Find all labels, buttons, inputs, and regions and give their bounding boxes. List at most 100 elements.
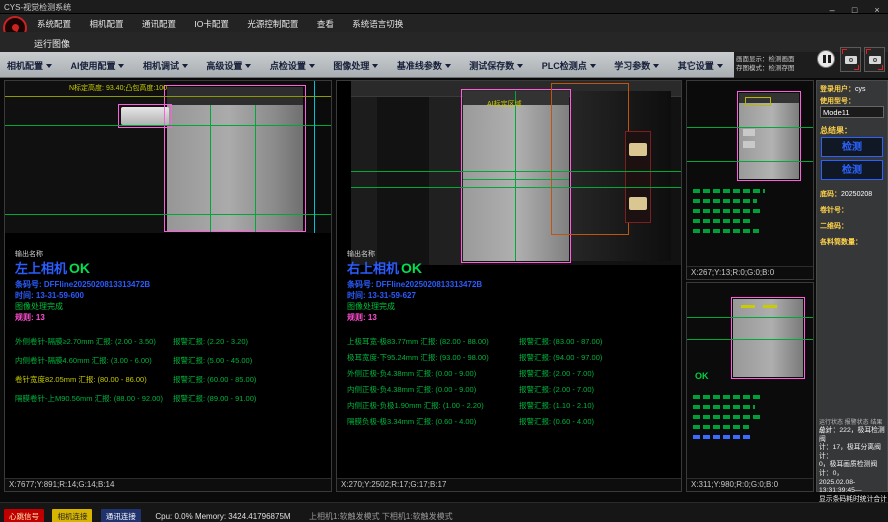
toolbar-plc-points[interactable]: PLC检测点 bbox=[535, 52, 603, 72]
thumbnail-image-1[interactable] bbox=[687, 81, 813, 266]
right-camera-view[interactable]: AI标定区域 输出名称 右上相机OK 条码号: DFFline202502081… bbox=[336, 80, 682, 492]
login-user-value: cys bbox=[855, 86, 866, 93]
pixel-coordinates: X:311;Y:980;R:0;G:0;B:0 bbox=[687, 478, 813, 491]
logo-mark bbox=[11, 23, 20, 32]
measurement-text: 隔膜卷针-上M90.56mm 汇报: (88.00 - 92.00) bbox=[15, 394, 163, 403]
window-controls: – □ × bbox=[823, 0, 886, 14]
chevron-down-icon bbox=[653, 64, 659, 68]
time-text: 时间: 13-31-59-627 bbox=[347, 290, 416, 301]
roi-outline-orange bbox=[551, 83, 629, 235]
right-sidebar: 登录用户：cys 使用型号： Mode11 总结果： 检测 检测 底码：2025… bbox=[816, 80, 888, 492]
focus-corner-icon bbox=[866, 49, 871, 54]
display-mode-line2: 存图模式：检测存图 bbox=[736, 64, 814, 73]
overlay-text-line bbox=[693, 229, 759, 233]
cpu-memory-info: Cpu: 0.0% Memory: 3424.41796875M bbox=[155, 512, 290, 521]
measurement-row: 内侧正极-负极1.90mm 汇报: (1.00 - 2.20) 报警汇报: (1… bbox=[347, 400, 679, 411]
toolbar-baseline-params[interactable]: 基准线参数 bbox=[390, 52, 458, 72]
comm-status-badge: 通讯连接 bbox=[101, 509, 141, 522]
menu-item-io-config[interactable]: IO卡配置 bbox=[187, 15, 235, 30]
menu-item-light-config[interactable]: 光源控制配置 bbox=[240, 15, 305, 30]
left-camera-view[interactable]: N标定高度: 93.40;凸包高度:100 输出名称 左上相机OK 条码号: D… bbox=[4, 80, 332, 492]
title-bar: CYS-视觉检测系统 – □ × bbox=[0, 0, 888, 14]
menu-item-view[interactable]: 查看 bbox=[310, 15, 341, 30]
alarm-range-text: 报警汇报: (5.00 - 45.00) bbox=[173, 355, 252, 366]
bright-spot bbox=[629, 143, 647, 156]
toolbar-label: 基准线参数 bbox=[397, 61, 442, 71]
toolbar-other-settings[interactable]: 其它设置 bbox=[671, 52, 730, 72]
window-title: CYS-视觉检测系统 bbox=[4, 2, 71, 13]
chevron-down-icon bbox=[118, 64, 124, 68]
measurement-row: 极耳宽度-下95.24mm 汇报: (93.00 - 98.00) 报警汇报: … bbox=[347, 352, 679, 363]
alarm-range-text: 报警汇报: (89.00 - 91.00) bbox=[173, 393, 256, 404]
toolbar-label: 相机配置 bbox=[7, 61, 43, 71]
focus-corner-icon bbox=[854, 65, 859, 70]
model-value-field[interactable]: Mode11 bbox=[820, 106, 884, 118]
measurement-row: 外侧卷针-隔膜≥2.70mm 汇报: (2.00 - 3.50) 报警汇报: (… bbox=[15, 336, 329, 347]
measure-line bbox=[314, 81, 315, 233]
measure-line bbox=[463, 179, 569, 180]
tab-row: 运行图像 bbox=[0, 32, 888, 52]
bottom-code-value: 20250208 bbox=[841, 191, 872, 198]
overlay-text-line bbox=[693, 395, 763, 399]
menu-item-language[interactable]: 系统语言切换 bbox=[345, 15, 410, 30]
thumbnail-view-2[interactable]: OK X:311;Y:980;R:0;G:0;B:0 bbox=[686, 282, 814, 492]
toolbar-label: 图像处理 bbox=[333, 61, 369, 71]
camera-result-title: 左上相机OK bbox=[15, 258, 90, 277]
toolbar-ai-config[interactable]: AI使用配置 bbox=[63, 52, 131, 72]
status-bar: 心跳信号 相机连接 通讯连接 Cpu: 0.0% Memory: 3424.41… bbox=[0, 502, 888, 522]
alarm-range-text: 报警汇报: (1.10 - 2.10) bbox=[519, 400, 594, 411]
toolbar-camera-debug[interactable]: 相机调试 bbox=[136, 52, 195, 72]
menu-item-comm-config[interactable]: 通讯配置 bbox=[135, 15, 183, 30]
measure-line bbox=[5, 125, 331, 126]
alarm-range-text: 报警汇报: (83.00 - 87.00) bbox=[519, 336, 602, 347]
pause-button[interactable] bbox=[817, 50, 835, 68]
toolbar-label: 点检设置 bbox=[270, 61, 306, 71]
chevron-down-icon bbox=[245, 64, 251, 68]
toolbar-spot-check[interactable]: 点检设置 bbox=[263, 52, 322, 72]
bottom-code-label: 底码： bbox=[820, 191, 841, 198]
alarm-range-text: 报警汇报: (94.00 - 97.00) bbox=[519, 352, 602, 363]
toolbar-label: 学习参数 bbox=[614, 61, 650, 71]
measure-line bbox=[515, 91, 516, 261]
focus-corner-icon bbox=[842, 49, 847, 54]
measurement-text: 内侧正极-负4.38mm 汇报: (0.00 - 9.00) bbox=[347, 385, 476, 394]
result-indicator-2: 检测 bbox=[821, 160, 883, 180]
machine-band bbox=[429, 97, 463, 265]
menu-bar: 系统配置 相机配置 通讯配置 IO卡配置 光源控制配置 查看 系统语言切换 bbox=[0, 14, 888, 32]
result-indicator-1: 检测 bbox=[821, 137, 883, 157]
measure-line bbox=[351, 171, 681, 172]
overlay-text-line bbox=[693, 209, 763, 213]
camera-name: 左上相机 bbox=[15, 261, 67, 276]
toolbar-label: AI使用配置 bbox=[70, 61, 115, 71]
tab-run-image[interactable]: 运行图像 bbox=[34, 37, 70, 50]
thumbnail-view-1[interactable]: X:267;Y:13;R:0;G:0;B:0 bbox=[686, 80, 814, 280]
menu-item-camera-config[interactable]: 相机配置 bbox=[82, 15, 130, 30]
result-ok-badge: OK bbox=[695, 371, 709, 381]
measurement-row: 隔膜负极-极3.34mm 汇报: (0.60 - 4.00) 报警汇报: (0.… bbox=[347, 416, 679, 427]
pixel-coordinates: X:7677;Y:891;R:14;G:14;B:14 bbox=[5, 478, 331, 491]
snapshot-camera1-button[interactable] bbox=[840, 47, 861, 72]
toolbar-image-processing[interactable]: 图像处理 bbox=[326, 52, 385, 72]
measure-line bbox=[210, 105, 211, 232]
right-camera-image[interactable]: AI标定区域 bbox=[337, 81, 681, 265]
rule-text: 规则: 13 bbox=[347, 312, 377, 323]
camera-status-badge: 相机连接 bbox=[52, 509, 92, 522]
measurement-text: 内侧正极-负极1.90mm 汇报: (1.00 - 2.20) bbox=[347, 401, 484, 410]
menu-item-system-config[interactable]: 系统配置 bbox=[30, 15, 78, 30]
display-mode-line1: 画面显示：检测画面 bbox=[736, 55, 814, 64]
left-camera-image[interactable]: N标定高度: 93.40;凸包高度:100 bbox=[5, 81, 331, 233]
toolbar-learning-params[interactable]: 学习参数 bbox=[607, 52, 666, 72]
heartbeat-status-badge: 心跳信号 bbox=[4, 509, 44, 522]
camera-lens-icon bbox=[849, 58, 853, 62]
toolbar-camera-config[interactable]: 相机配置 bbox=[0, 52, 59, 72]
measurement-text: 隔膜负极-极3.34mm 汇报: (0.60 - 4.00) bbox=[347, 417, 476, 426]
toolbar-advanced-settings[interactable]: 高级设置 bbox=[199, 52, 258, 72]
pixel-coordinates: X:267;Y:13;R:0;G:0;B:0 bbox=[687, 266, 813, 279]
rule-text: 规则: 13 bbox=[15, 312, 45, 323]
measurement-row: 隔膜卷针-上M90.56mm 汇报: (88.00 - 92.00) 报警汇报:… bbox=[15, 393, 329, 404]
thumbnail-image-2[interactable]: OK bbox=[687, 283, 813, 478]
measurement-text: 外侧正极-负4.38mm 汇报: (0.00 - 9.00) bbox=[347, 369, 476, 378]
snapshot-camera2-button[interactable] bbox=[864, 47, 885, 72]
toolbar-test-save[interactable]: 测试保存数 bbox=[462, 52, 530, 72]
barcode-text: 条码号: DFFline2025020813313472B bbox=[347, 279, 482, 290]
